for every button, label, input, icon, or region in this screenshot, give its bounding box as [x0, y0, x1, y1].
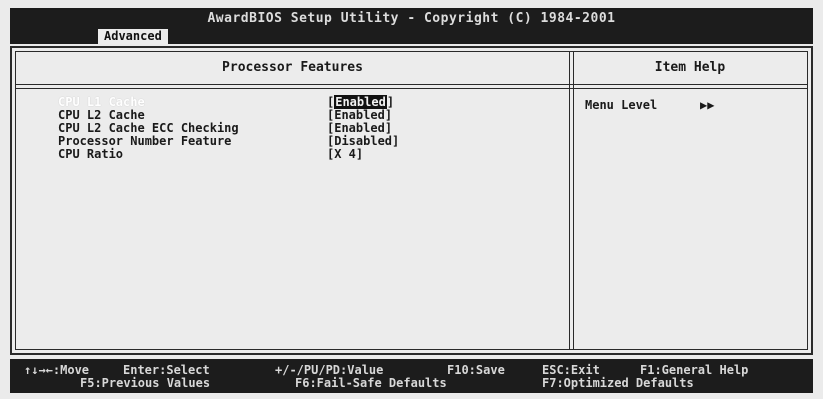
- settings-list: CPU L1 Cache [Enabled] CPU L2 Cache [Ena…: [58, 95, 558, 161]
- key-value: +/-/PU/PD:Value: [275, 363, 384, 377]
- key-exit: ESC:Exit: [542, 363, 600, 377]
- main-frame: Processor Features Item Help CPU L1 Cach…: [10, 46, 813, 355]
- key-save: F10:Save: [447, 363, 505, 377]
- value-text: Enabled: [334, 121, 385, 135]
- setting-value[interactable]: [X 4]: [327, 148, 363, 161]
- value-text: X 4: [334, 147, 356, 161]
- bracket-close: ]: [386, 95, 395, 109]
- bracket-close: ]: [355, 147, 364, 161]
- menu-level-arrows-icon: ▶▶: [700, 98, 715, 112]
- key-help-bar: ↑↓→←:Move Enter:Select +/-/PU/PD:Value F…: [10, 359, 813, 393]
- bios-screen: AwardBIOS Setup Utility - Copyright (C) …: [0, 0, 823, 399]
- setting-processor-number-feature[interactable]: Processor Number Feature [Disabled]: [58, 135, 558, 148]
- item-help-title: Item Help: [654, 60, 726, 75]
- key-fail-safe-defaults: F6:Fail-Safe Defaults: [295, 376, 447, 390]
- key-enter-select: Enter:Select: [123, 363, 210, 377]
- title-bar: AwardBIOS Setup Utility - Copyright (C) …: [10, 8, 813, 44]
- tab-advanced[interactable]: Advanced: [98, 29, 168, 44]
- setting-label: CPU Ratio: [58, 147, 124, 161]
- selected-value[interactable]: Enabled: [334, 95, 387, 109]
- header-divider: [16, 84, 807, 89]
- item-help-pane: Menu Level ▶▶: [585, 98, 714, 112]
- window-title: AwardBIOS Setup Utility - Copyright (C) …: [207, 11, 616, 26]
- processor-features-title: Processor Features: [222, 60, 363, 75]
- pane-divider: [569, 52, 574, 349]
- menu-level-label: Menu Level: [585, 98, 658, 112]
- bracket-close: ]: [392, 134, 400, 148]
- key-move: ↑↓→←:Move: [24, 363, 90, 377]
- value-text: Enabled: [334, 108, 385, 122]
- setting-cpu-ratio[interactable]: CPU Ratio [X 4]: [58, 148, 558, 161]
- key-optimized-defaults: F7:Optimized Defaults: [542, 376, 694, 390]
- bracket-close: ]: [384, 121, 393, 135]
- key-previous-values: F5:Previous Values: [80, 376, 211, 390]
- value-text: Disabled: [334, 134, 393, 148]
- key-general-help: F1:General Help: [640, 363, 749, 377]
- bracket-close: ]: [384, 108, 393, 122]
- frame-inner: Processor Features Item Help CPU L1 Cach…: [15, 51, 808, 350]
